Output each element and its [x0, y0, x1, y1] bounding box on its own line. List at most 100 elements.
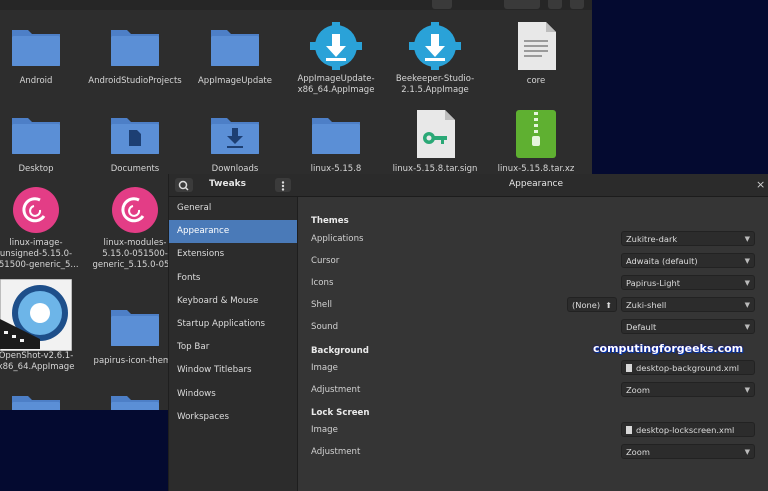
section-themes: Themes: [311, 216, 349, 226]
appimage-gear-icon: [409, 22, 461, 70]
folder-icon: [109, 302, 161, 350]
cursor-theme-combo[interactable]: Adwaita (default) ▼: [621, 253, 755, 268]
combo-value: Zoom: [626, 447, 650, 457]
debian-package-icon: [10, 186, 62, 234]
sidebar-item-general[interactable]: General: [169, 197, 297, 220]
section-background: Background: [311, 346, 369, 356]
label-line: linux-image-: [9, 238, 63, 248]
file-item-appimageupdate[interactable]: AppImageUpdate: [187, 22, 283, 87]
file-item-linux-tar-xz[interactable]: linux-5.15.8.tar.xz: [488, 110, 584, 175]
desktop-folder-icon: [10, 110, 62, 158]
watermark: computingforgeeks.com: [593, 342, 744, 355]
bg-adjustment-label: Adjustment: [311, 385, 361, 395]
applications-label: Applications: [311, 234, 364, 244]
button-label: desktop-lockscreen.xml: [636, 425, 735, 435]
file-item-documents[interactable]: Documents: [87, 110, 183, 175]
tweaks-sidebar: General Appearance Extensions Fonts Keyb…: [169, 197, 298, 491]
file-item-folder-partial[interactable]: [0, 388, 84, 410]
icons-theme-combo[interactable]: Papirus-Light ▼: [621, 275, 755, 290]
folder-icon: [310, 110, 362, 158]
sidebar-item-window-titlebars[interactable]: Window Titlebars: [169, 359, 297, 382]
button-label: (None): [572, 300, 601, 310]
sidebar-item-windows[interactable]: Windows: [169, 383, 297, 406]
file-item-downloads[interactable]: Downloads: [187, 110, 283, 175]
combo-value: Papirus-Light: [626, 278, 680, 288]
folder-icon: [10, 22, 62, 70]
icons-label: Icons: [311, 278, 334, 288]
background-adjustment-combo[interactable]: Zoom ▼: [621, 382, 755, 397]
kebab-menu-icon: [281, 181, 285, 191]
minimize-button[interactable]: [548, 0, 562, 9]
files-toolbar: [0, 0, 592, 10]
chevron-down-icon: ▼: [744, 235, 750, 243]
combo-value: Zukitre-dark: [626, 234, 678, 244]
close-button[interactable]: [570, 0, 584, 9]
lockscreen-image-button[interactable]: desktop-lockscreen.xml: [621, 422, 755, 437]
file-item-desktop[interactable]: Desktop: [0, 110, 84, 175]
panel-title: Appearance: [509, 179, 564, 189]
sidebar-item-top-bar[interactable]: Top Bar: [169, 336, 297, 359]
ls-image-label: Image: [311, 425, 338, 435]
lockscreen-adjustment-combo[interactable]: Zoom ▼: [621, 444, 755, 459]
applications-theme-combo[interactable]: Zukitre-dark ▼: [621, 231, 755, 246]
sidebar-item-workspaces[interactable]: Workspaces: [169, 406, 297, 429]
shell-theme-combo[interactable]: Zuki-shell ▼: [621, 297, 755, 312]
sidebar-item-appearance[interactable]: Appearance: [169, 220, 297, 244]
tweaks-window: Tweaks Appearance × General Appearance E…: [168, 174, 768, 491]
key-file-icon: [409, 110, 461, 158]
button-label: desktop-background.xml: [636, 363, 740, 373]
chevron-down-icon: ▼: [744, 301, 750, 309]
archive-icon: [510, 110, 562, 158]
close-icon[interactable]: ×: [756, 178, 765, 191]
label-line: AppImageUpdate-: [297, 74, 375, 84]
chevron-down-icon: ▼: [744, 257, 750, 265]
file-item-linux-tar-sign[interactable]: linux-5.15.8.tar.sign: [387, 110, 483, 175]
ls-adjustment-label: Adjustment: [311, 447, 361, 457]
file-item-openshot-appimage[interactable]: OpenShot-v2.6.1- x86_64.AppImage: [0, 278, 84, 373]
cursor-label: Cursor: [311, 256, 340, 266]
shell-file-button[interactable]: (None) ⬆: [567, 297, 617, 312]
label-line: 051500-generic_5...: [0, 260, 79, 270]
file-item-androidstudioprojects[interactable]: AndroidStudioProjects: [87, 22, 183, 87]
file-item-linux-5-15-8[interactable]: linux-5.15.8: [288, 110, 384, 175]
sidebar-item-extensions[interactable]: Extensions: [169, 243, 297, 266]
chevron-down-icon: ▼: [744, 386, 750, 394]
file-item-core[interactable]: core: [488, 22, 584, 87]
upload-icon: ⬆: [605, 301, 612, 310]
combo-value: Zuki-shell: [626, 300, 667, 310]
combo-value: Zoom: [626, 385, 650, 395]
file-item-android[interactable]: Android: [0, 22, 84, 87]
search-icon: [178, 180, 189, 191]
downloads-folder-icon: [209, 110, 261, 158]
combo-value: Adwaita (default): [626, 256, 698, 266]
folder-icon: [209, 22, 261, 70]
debian-package-icon: [109, 186, 161, 234]
label-line: 2.1.5.AppImage: [401, 85, 469, 95]
folder-icon: [109, 22, 161, 70]
text-file-icon: [510, 22, 562, 70]
search-button[interactable]: [432, 0, 452, 9]
sidebar-item-fonts[interactable]: Fonts: [169, 267, 297, 290]
chevron-down-icon: ▼: [744, 448, 750, 456]
label-line: x86_64.AppImage: [0, 362, 75, 372]
combo-value: Default: [626, 322, 657, 332]
file-icon: [626, 364, 632, 372]
tweaks-headerbar: Tweaks Appearance ×: [169, 174, 768, 197]
label-line: unsigned-5.15.0-: [0, 249, 73, 259]
sidebar-item-keyboard-mouse[interactable]: Keyboard & Mouse: [169, 290, 297, 313]
sound-theme-combo[interactable]: Default ▼: [621, 319, 755, 334]
appimage-gear-icon: [310, 22, 362, 70]
file-item-beekeeper-appimage[interactable]: Beekeeper-Studio- 2.1.5.AppImage: [387, 22, 483, 96]
sidebar-item-startup-applications[interactable]: Startup Applications: [169, 313, 297, 336]
file-icon: [626, 426, 632, 434]
file-item-appimageupdate-appimage[interactable]: AppImageUpdate-x86_64.AppImage: [288, 22, 384, 96]
view-options-button[interactable]: [504, 0, 540, 9]
section-lock-screen: Lock Screen: [311, 408, 370, 418]
search-button[interactable]: [175, 178, 193, 192]
label-line: OpenShot-v2.6.1-: [0, 351, 74, 361]
label-line: Beekeeper-Studio-: [395, 74, 475, 84]
file-item-linux-image-deb[interactable]: linux-image-unsigned-5.15.0- 051500-gener…: [0, 186, 84, 271]
menu-button[interactable]: [275, 178, 291, 192]
folder-icon: [10, 388, 62, 410]
background-image-button[interactable]: desktop-background.xml: [621, 360, 755, 375]
